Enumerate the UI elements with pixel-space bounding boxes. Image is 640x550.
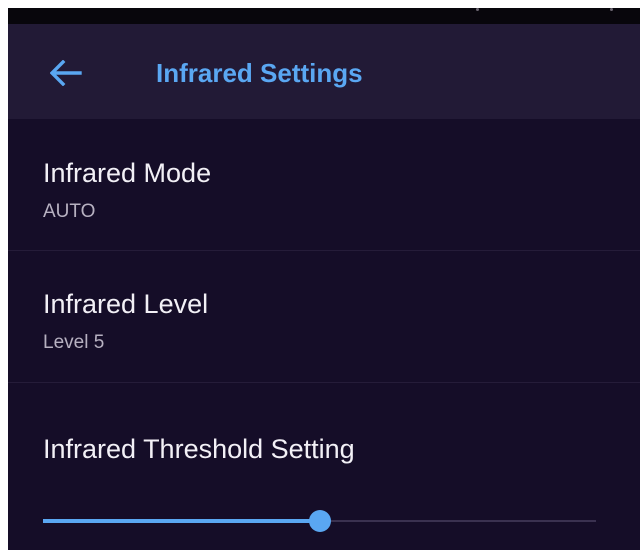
page-title: Infrared Settings: [156, 58, 363, 88]
back-button[interactable]: [44, 53, 88, 93]
setting-row-infrared-mode[interactable]: Infrared Mode AUTO: [8, 119, 640, 250]
setting-title: Infrared Threshold Setting: [43, 434, 355, 464]
threshold-slider[interactable]: [43, 507, 596, 535]
setting-row-infrared-threshold: Infrared Threshold Setting: [8, 383, 640, 550]
setting-title: Infrared Level: [43, 289, 209, 319]
status-indicator-dot: [476, 8, 479, 11]
app-bar: Infrared Settings: [8, 24, 640, 119]
setting-value: Level 5: [43, 332, 105, 353]
setting-row-infrared-level[interactable]: Infrared Level Level 5: [8, 251, 640, 382]
setting-title: Infrared Mode: [43, 158, 212, 188]
status-indicator-dot: [610, 8, 613, 11]
setting-value: AUTO: [43, 201, 96, 222]
device-screen: Infrared Settings Infrared Mode AUTO Inf…: [8, 8, 640, 550]
slider-fill: [43, 519, 320, 523]
status-bar: [8, 8, 640, 24]
arrow-left-icon: [50, 60, 82, 86]
slider-thumb[interactable]: [308, 510, 331, 532]
